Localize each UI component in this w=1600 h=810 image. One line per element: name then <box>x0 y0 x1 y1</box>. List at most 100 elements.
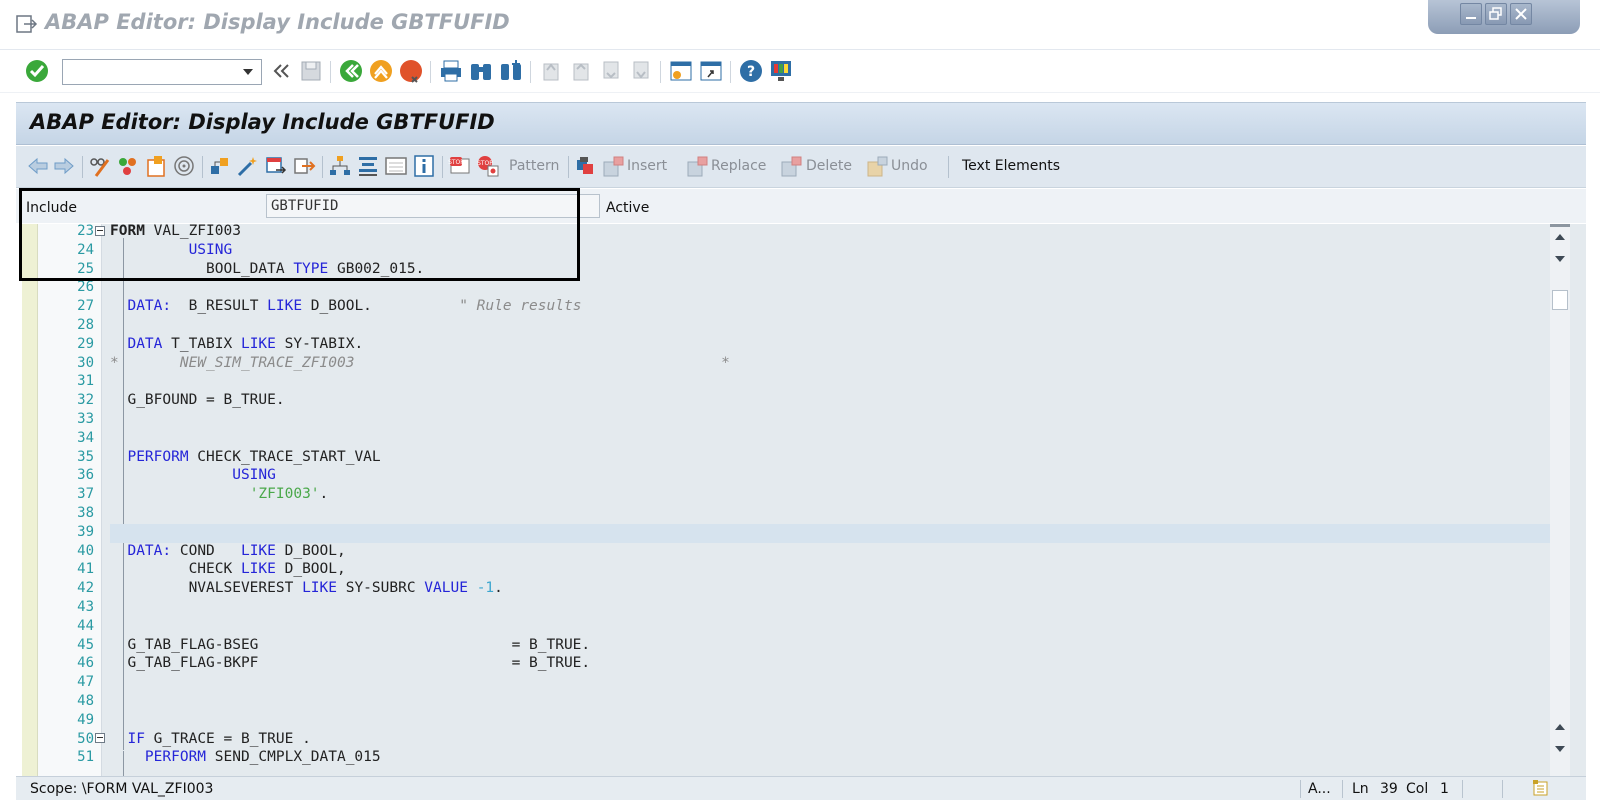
code-line[interactable]: 26 <box>22 278 1562 297</box>
display-object-icon[interactable] <box>264 154 288 178</box>
code-text[interactable]: BOOL_DATA TYPE GB002_015. <box>110 260 424 279</box>
fullscreen-editor-icon[interactable] <box>384 154 408 178</box>
previous-page-icon[interactable] <box>568 58 594 84</box>
layout-menu-icon[interactable] <box>1532 779 1550 797</box>
command-field[interactable] <box>62 59 262 85</box>
code-text[interactable]: DATA T_TABIX LIKE SY-TABIX. <box>110 335 363 354</box>
code-line[interactable]: 38 <box>22 504 1562 523</box>
help-icon[interactable]: ? <box>738 58 764 84</box>
code-line[interactable]: 24 USING <box>22 241 1562 260</box>
fold-toggle-icon[interactable] <box>95 733 105 743</box>
code-line[interactable]: 45 G_TAB_FLAG-BSEG = B_TRUE. <box>22 636 1562 655</box>
code-text[interactable]: FORM VAL_ZFI003 <box>110 224 241 241</box>
forward-arrow-icon[interactable] <box>52 154 76 178</box>
delete-icon[interactable] <box>780 154 804 178</box>
cut-copy-icon[interactable] <box>574 154 598 178</box>
pattern-button[interactable]: Pattern <box>509 158 559 174</box>
minimize-button[interactable] <box>1460 3 1482 25</box>
undo-button[interactable]: Undo <box>891 158 928 174</box>
exit-icon[interactable] <box>368 58 394 84</box>
delete-button[interactable]: Delete <box>806 158 852 174</box>
undo-icon[interactable] <box>866 154 890 178</box>
code-line[interactable]: 44 <box>22 617 1562 636</box>
code-line[interactable]: 36 USING <box>22 466 1562 485</box>
code-line[interactable]: 28 <box>22 316 1562 335</box>
code-line[interactable]: 33 <box>22 410 1562 429</box>
code-text[interactable]: G_BFOUND = B_TRUE. <box>110 391 284 410</box>
cancel-icon[interactable] <box>398 58 424 84</box>
magic-wand-icon[interactable] <box>236 154 260 178</box>
code-line[interactable]: 35 PERFORM CHECK_TRACE_START_VAL <box>22 448 1562 467</box>
restore-button[interactable] <box>1485 3 1507 25</box>
fold-toggle-icon[interactable] <box>95 226 105 236</box>
code-line[interactable]: 27 DATA: B_RESULT LIKE D_BOOL. " Rule re… <box>22 297 1562 316</box>
hierarchy-icon[interactable] <box>328 154 352 178</box>
collapse-command-field-icon[interactable] <box>268 58 294 84</box>
print-icon[interactable] <box>438 58 464 84</box>
set-breakpoint-icon[interactable]: STOP <box>448 154 472 178</box>
code-editor[interactable]: 23 FORM VAL_ZFI003 24 USING 25 BOOL_DATA TY… <box>22 224 1586 776</box>
code-line[interactable]: 47 <box>22 673 1562 692</box>
code-line[interactable]: 49 <box>22 711 1562 730</box>
code-text[interactable]: * NEW_SIM_TRACE_ZFI003 * <box>110 354 730 373</box>
vertical-scrollbar[interactable] <box>1550 224 1570 776</box>
code-line[interactable]: 39 <box>22 523 1562 542</box>
replace-icon[interactable] <box>686 154 710 178</box>
code-line[interactable]: 41 CHECK LIKE D_BOOL, <box>22 560 1562 579</box>
where-used-icon[interactable] <box>172 154 196 178</box>
save-icon[interactable] <box>298 58 324 84</box>
code-text[interactable]: 'ZFI003'. <box>110 485 329 504</box>
code-line[interactable]: 43 <box>22 598 1562 617</box>
other-object-icon[interactable] <box>144 154 168 178</box>
code-text[interactable]: USING <box>110 466 276 485</box>
create-session-icon[interactable] <box>668 58 694 84</box>
code-line[interactable]: 50 IF G_TRACE = B_TRUE . <box>22 730 1562 749</box>
navigate-icon[interactable] <box>292 154 316 178</box>
code-text[interactable]: PERFORM CHECK_TRACE_START_VAL <box>110 448 380 467</box>
code-line[interactable]: 42 NVALSEVEREST LIKE SY-SUBRC VALUE -1. <box>22 579 1562 598</box>
create-shortcut-icon[interactable] <box>698 58 724 84</box>
page-up-icon[interactable] <box>1555 724 1565 730</box>
code-text[interactable]: IF G_TRACE = B_TRUE . <box>110 730 310 749</box>
customize-layout-icon[interactable] <box>768 58 794 84</box>
code-line[interactable]: 37 'ZFI003'. <box>22 485 1562 504</box>
replace-button[interactable]: Replace <box>711 158 766 174</box>
code-text[interactable]: PERFORM SEND_CMPLX_DATA_015 <box>110 748 381 767</box>
code-line[interactable]: 40 DATA: COND LIKE D_BOOL, <box>22 542 1562 561</box>
display-change-icon[interactable] <box>88 154 112 178</box>
code-line[interactable]: 23 FORM VAL_ZFI003 <box>22 224 1562 241</box>
scrollbar-thumb[interactable] <box>1552 290 1568 310</box>
scroll-up-icon[interactable] <box>1555 234 1565 240</box>
code-text[interactable]: NVALSEVEREST LIKE SY-SUBRC VALUE -1. <box>110 579 503 598</box>
code-line[interactable]: 51 PERFORM SEND_CMPLX_DATA_015 <box>22 748 1562 767</box>
code-line[interactable]: 29 DATA T_TABIX LIKE SY-TABIX. <box>22 335 1562 354</box>
insert-icon[interactable] <box>602 154 626 178</box>
code-text[interactable]: G_TAB_FLAG-BSEG = B_TRUE. <box>110 636 590 655</box>
find-icon[interactable] <box>468 58 494 84</box>
external-breakpoint-icon[interactable]: STOP <box>476 154 500 178</box>
last-page-icon[interactable] <box>628 58 654 84</box>
page-down-icon[interactable] <box>1555 746 1565 752</box>
pretty-printer-icon[interactable] <box>356 154 380 178</box>
code-line[interactable]: 46 G_TAB_FLAG-BKPF = B_TRUE. <box>22 654 1562 673</box>
code-text[interactable]: DATA: B_RESULT LIKE D_BOOL. " Rule resul… <box>110 297 581 316</box>
menu-exit-icon[interactable] <box>16 15 38 33</box>
code-line[interactable]: 31 <box>22 372 1562 391</box>
code-line[interactable]: 25 BOOL_DATA TYPE GB002_015. <box>22 260 1562 279</box>
code-line[interactable]: 30 * NEW_SIM_TRACE_ZFI003 * <box>22 354 1562 373</box>
code-text[interactable]: CHECK LIKE D_BOOL, <box>110 560 346 579</box>
code-text[interactable]: DATA: COND LIKE D_BOOL, <box>110 542 345 561</box>
text-elements-button[interactable]: Text Elements <box>962 158 1060 174</box>
back-arrow-icon[interactable] <box>26 154 50 178</box>
next-page-icon[interactable] <box>598 58 624 84</box>
enter-check-icon[interactable] <box>24 58 50 84</box>
code-line[interactable]: 48 <box>22 692 1562 711</box>
code-line[interactable]: 32 G_BFOUND = B_TRUE. <box>22 391 1562 410</box>
code-text[interactable]: G_TAB_FLAG-BKPF = B_TRUE. <box>110 654 590 673</box>
insert-button[interactable]: Insert <box>627 158 667 174</box>
first-page-icon[interactable] <box>538 58 564 84</box>
code-line[interactable]: 34 <box>22 429 1562 448</box>
active-inactive-icon[interactable] <box>116 154 140 178</box>
code-text[interactable]: USING <box>110 241 233 260</box>
object-list-icon[interactable] <box>208 154 232 178</box>
